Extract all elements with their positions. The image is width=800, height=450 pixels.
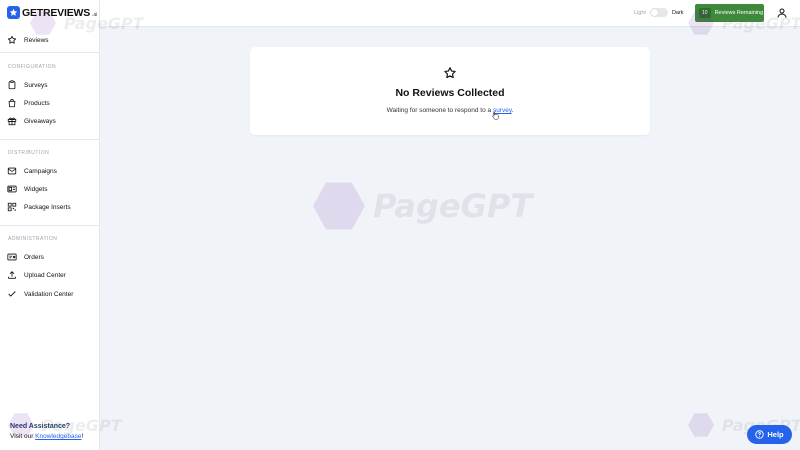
- empty-state-title: No Reviews Collected: [395, 87, 505, 99]
- help-question-icon: [755, 430, 765, 439]
- help-button[interactable]: Help: [747, 425, 792, 444]
- upload-icon: [8, 271, 16, 279]
- empty-state-suffix: .: [511, 107, 514, 114]
- user-icon[interactable]: [776, 7, 788, 19]
- sidebar-item-label: Widgets: [24, 185, 48, 193]
- sidebar-item-label: Giveaways: [24, 117, 56, 125]
- sidebar-item-label: Package Inserts: [24, 203, 71, 211]
- sidebar-item-surveys[interactable]: Surveys: [7, 79, 47, 91]
- theme-dark-label: Dark: [671, 9, 684, 16]
- section-label-configuration: CONFIGURATION: [8, 64, 57, 70]
- star-badge-icon: [7, 6, 20, 19]
- empty-state-card: No Reviews Collected Waiting for someone…: [250, 47, 650, 135]
- sidebar-item-label: Surveys: [24, 81, 48, 89]
- sidebar-item-upload-center[interactable]: Upload Center: [7, 269, 66, 281]
- reviews-remaining-label: Reviews Remaining: [714, 10, 764, 16]
- watermark-text: PageGPT: [373, 187, 533, 225]
- sidebar-item-reviews[interactable]: Reviews: [7, 34, 49, 46]
- sidebar-item-orders[interactable]: Orders: [7, 251, 44, 263]
- assistance-suffix: !: [81, 433, 84, 440]
- watermark-logo-icon: [313, 182, 365, 230]
- empty-state-prefix: Waiting for someone to respond to a: [386, 107, 493, 114]
- help-label: Help: [767, 430, 784, 439]
- section-label-administration: ADMINISTRATION: [8, 236, 58, 242]
- section-label-distribution: DISTRIBUTION: [8, 150, 50, 156]
- assistance-prefix: Visit our: [10, 433, 36, 440]
- star-icon: [7, 35, 17, 44]
- shopping-bag-icon: [8, 98, 16, 108]
- sidebar-item-validation-center[interactable]: Validation Center: [7, 288, 73, 300]
- receipt-icon: [7, 253, 17, 261]
- divider: [0, 225, 100, 226]
- top-bar: Light Dark 10 Reviews Remaining: [100, 0, 800, 27]
- sidebar-item-label: Products: [24, 99, 50, 107]
- theme-toggle[interactable]: [649, 8, 668, 17]
- star-icon: [444, 67, 456, 79]
- sidebar-item-label: Validation Center: [24, 290, 74, 298]
- sidebar-item-label: Upload Center: [24, 271, 66, 279]
- sidebar-item-package-inserts[interactable]: Package Inserts: [7, 201, 71, 213]
- knowledgebase-link[interactable]: Knowledgebase: [35, 433, 81, 440]
- sidebar-item-widgets[interactable]: Widgets: [7, 183, 47, 195]
- divider: [0, 139, 100, 140]
- sidebar-item-label: Orders: [24, 253, 44, 261]
- brand-name: GETREVIEWS: [22, 6, 91, 19]
- empty-state-message: Waiting for someone to respond to a surv…: [250, 107, 650, 114]
- assistance-title: Need Assistance?: [10, 423, 71, 430]
- reviews-remaining-count: 10: [699, 8, 711, 18]
- clipboard-icon: [8, 80, 16, 90]
- check-icon: [8, 291, 16, 297]
- widget-icon: [7, 185, 17, 193]
- brand-suffix: .ai: [92, 11, 98, 18]
- sidebar-item-label: Reviews: [24, 36, 49, 44]
- watermark: PageGPT: [313, 180, 532, 232]
- reviews-remaining-button[interactable]: 10 Reviews Remaining: [695, 4, 764, 22]
- qr-code-icon: [7, 202, 17, 212]
- assistance-box: Need Assistance? Visit our Knowledgebase…: [10, 423, 83, 440]
- sidebar-item-products[interactable]: Products: [7, 97, 50, 109]
- sidebar-item-giveaways[interactable]: Giveaways: [7, 115, 56, 127]
- gift-icon: [7, 117, 17, 126]
- sidebar-item-campaigns[interactable]: Campaigns: [7, 165, 57, 177]
- divider: [0, 52, 100, 53]
- theme-light-label: Light: [634, 9, 646, 16]
- assistance-line: Visit our Knowledgebase!: [10, 433, 83, 440]
- watermark-logo-icon: [688, 413, 714, 437]
- sidebar-item-label: Campaigns: [24, 167, 57, 175]
- brand-logo[interactable]: GETREVIEWS .ai: [7, 6, 97, 19]
- hand-cursor-icon: [492, 111, 499, 120]
- sidebar: GETREVIEWS .ai Reviews CONFIGURATION Sur…: [0, 0, 100, 450]
- mail-icon: [7, 167, 17, 175]
- theme-switch: Light Dark: [634, 8, 684, 17]
